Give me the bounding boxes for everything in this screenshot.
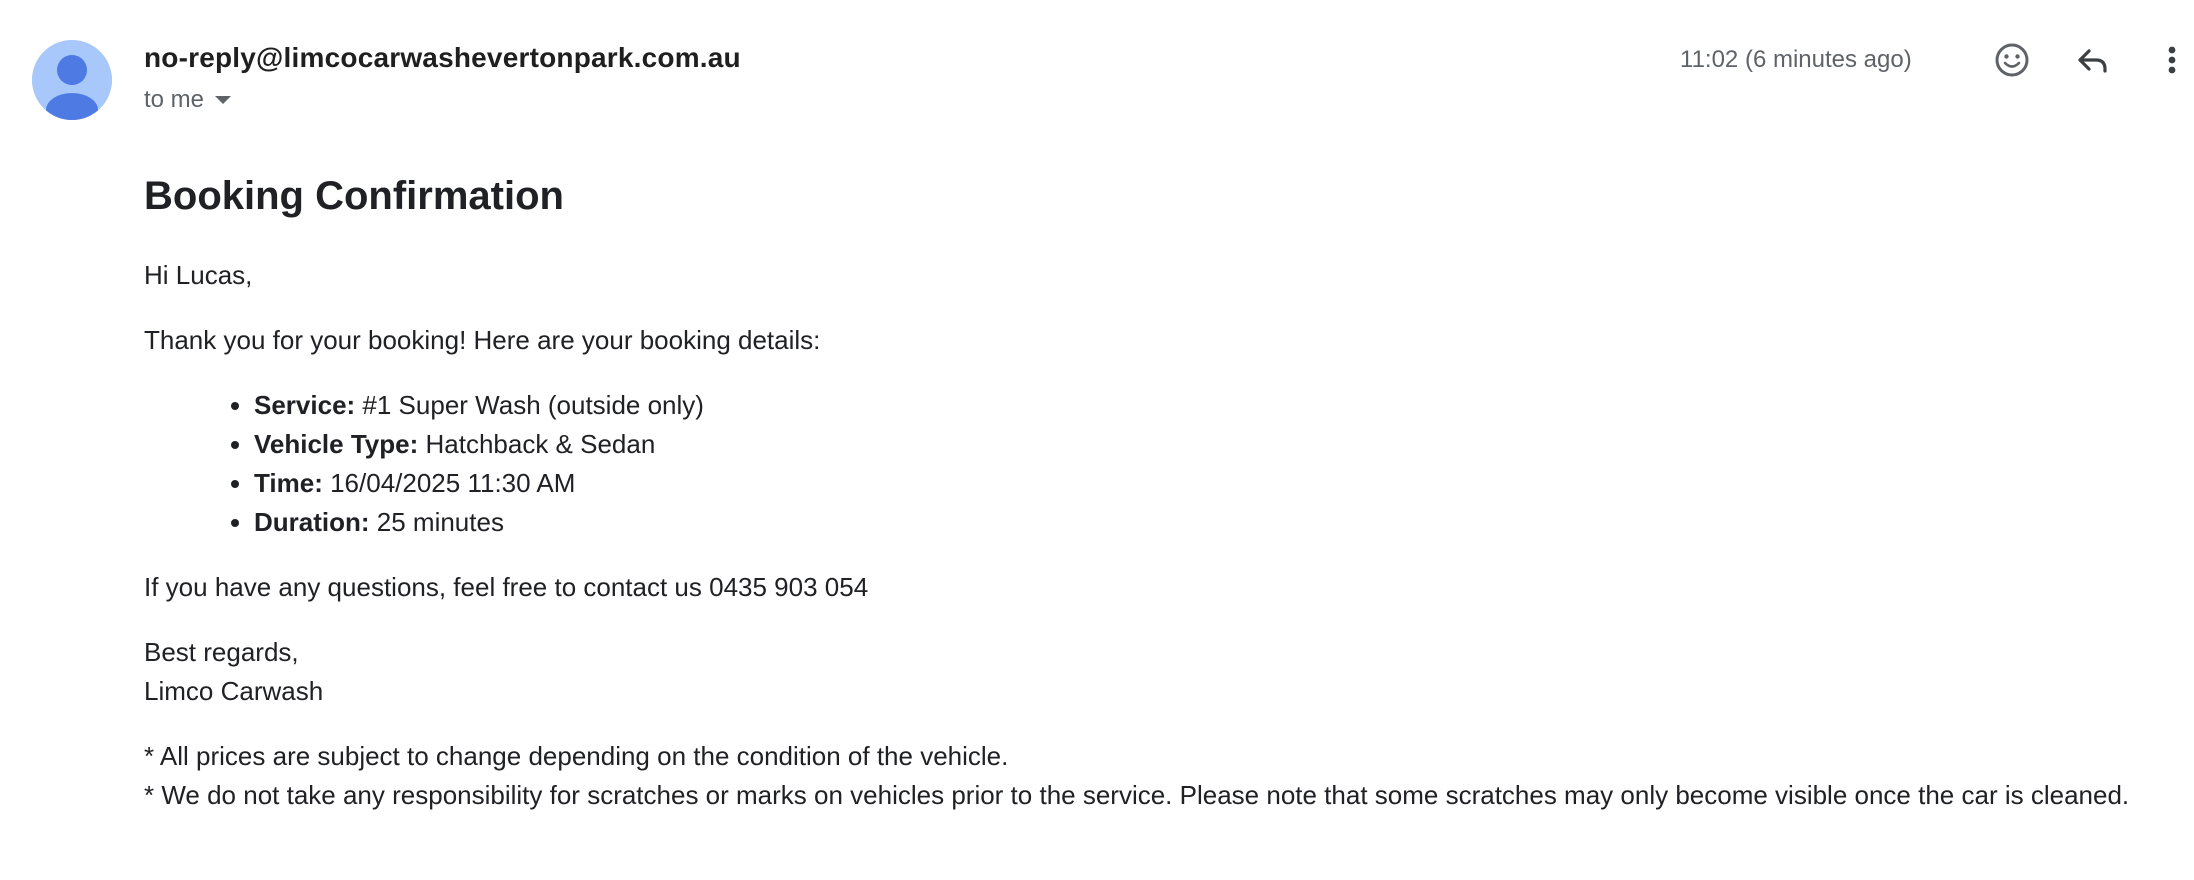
sender-avatar[interactable] — [32, 40, 112, 120]
vertical-dots-icon — [2168, 46, 2176, 74]
recipients-toggle[interactable]: to me — [144, 86, 232, 114]
detail-label: Time: — [254, 468, 323, 498]
disclaimer-price: * All prices are subject to change depen… — [144, 741, 1009, 771]
detail-label: Vehicle Type: — [254, 429, 419, 459]
disclaimer-notes: * All prices are subject to change depen… — [144, 737, 2184, 815]
disclaimer-scratches: * We do not take any responsibility for … — [144, 780, 2130, 810]
signoff: Best regards, Limco Carwash — [144, 633, 2184, 711]
caret-down-icon[interactable] — [214, 95, 232, 105]
reply-button[interactable] — [2072, 40, 2112, 80]
sender-address[interactable]: no-reply@limcocarwashevertonpark.com.au — [144, 42, 741, 74]
detail-value: #1 Super Wash (outside only) — [355, 390, 704, 420]
intro-text: Thank you for your booking! Here are you… — [144, 325, 821, 355]
reply-arrow-icon — [2078, 49, 2107, 73]
person-avatar-icon — [32, 40, 112, 120]
contact-text: If you have any questions, feel free to … — [144, 572, 869, 602]
detail-label: Service: — [254, 390, 356, 420]
signoff-line: Best regards, — [144, 637, 299, 667]
message-body: Booking Confirmation Hi Lucas, Thank you… — [144, 170, 2184, 815]
message-heading: Booking Confirmation — [144, 174, 564, 218]
list-item-service: Service: #1 Super Wash (outside only) — [254, 386, 2184, 425]
add-reaction-button[interactable] — [1992, 40, 2032, 80]
detail-value: 25 minutes — [369, 507, 504, 537]
recipient-label: to me — [144, 86, 205, 113]
detail-value: Hatchback & Sedan — [418, 429, 656, 459]
more-options-button[interactable] — [2152, 40, 2192, 80]
signoff-name: Limco Carwash — [144, 676, 324, 706]
detail-value: 16/04/2025 11:30 AM — [322, 468, 576, 498]
detail-label: Duration: — [254, 507, 370, 537]
smiley-icon — [1995, 43, 2029, 77]
booking-details-list: Service: #1 Super Wash (outside only) Ve… — [144, 386, 2184, 542]
list-item-vehicle-type: Vehicle Type: Hatchback & Sedan — [254, 425, 2184, 464]
greeting-text: Hi Lucas, — [144, 260, 253, 290]
message-timestamp: 11:02 (6 minutes ago) — [1680, 46, 1912, 73]
list-item-duration: Duration: 25 minutes — [254, 503, 2184, 542]
list-item-time: Time: 16/04/2025 11:30 AM — [254, 464, 2184, 503]
